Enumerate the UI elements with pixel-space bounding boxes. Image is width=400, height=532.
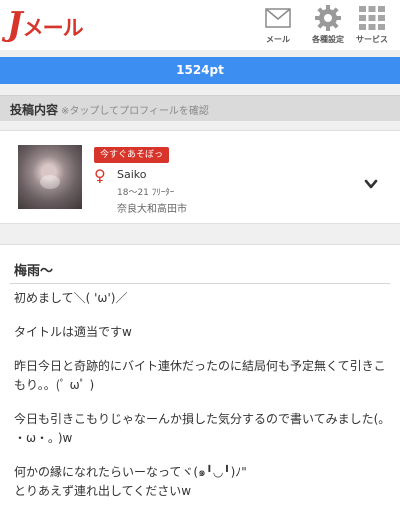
logo-j: J bbox=[7, 4, 23, 43]
avatar[interactable] bbox=[18, 145, 82, 209]
post-paragraph: 昨日今日と奇跡的にバイト連休だったのに結局何も予定無くて引きこもり。。(ﾟ ωﾟ… bbox=[14, 359, 386, 392]
female-icon: ♀ bbox=[94, 166, 106, 185]
section-header: 投稿内容 ※タップしてプロフィールを確認 bbox=[0, 95, 400, 121]
profile-card[interactable]: 今すぐあそぼっ ♀ Saiko 18〜21 ﾌﾘｰﾀｰ 奈良大和高田市 bbox=[0, 130, 400, 224]
nav-service-button[interactable]: サービス bbox=[350, 5, 394, 45]
nav-settings-button[interactable]: 各種設定 bbox=[306, 5, 350, 45]
post-title: 梅雨〜 bbox=[14, 264, 54, 279]
points-bar[interactable]: 1524pt bbox=[0, 57, 400, 84]
post-paragraph: 何かの縁になれたらいーなってヾ(๑╹◡╹)ﾉ" とりあえず連れ出してくださいw bbox=[14, 465, 247, 498]
section-note: ※タップしてプロフィールを確認 bbox=[61, 106, 209, 117]
logo-text: メール bbox=[22, 16, 84, 40]
post-paragraph: 今日も引きこもりじゃなーんか損した気分するので書いてみました(｡ ・ω・｡ )w bbox=[14, 412, 389, 445]
gear-icon bbox=[314, 5, 342, 31]
post-body: 初めまして＼( 'ω')／ タイトルは適当ですw 昨日今日と奇跡的にバイト連休だ… bbox=[14, 289, 386, 516]
nav-settings-label: 各種設定 bbox=[312, 35, 344, 44]
app-header: J メール メール 各種設定 サービス bbox=[0, 0, 400, 50]
jmail-logo[interactable]: J メール bbox=[7, 4, 84, 43]
chevron-down-icon[interactable] bbox=[364, 176, 378, 190]
nav-mail-label: メール bbox=[266, 35, 290, 44]
post-paragraph: 初めまして＼( 'ω')／ bbox=[14, 291, 128, 305]
post-paragraph: タイトルは適当ですw bbox=[14, 325, 132, 339]
nav-service-label: サービス bbox=[356, 35, 388, 44]
grid-icon bbox=[358, 5, 386, 31]
profile-name: Saiko bbox=[117, 168, 147, 181]
profile-location: 奈良大和高田市 bbox=[117, 204, 187, 215]
status-badge: 今すぐあそぼっ bbox=[94, 147, 170, 163]
section-title: 投稿内容 bbox=[10, 103, 59, 117]
nav-mail-button[interactable]: メール bbox=[256, 5, 300, 45]
mail-icon bbox=[264, 5, 292, 31]
post-card: 梅雨〜 初めまして＼( 'ω')／ タイトルは適当ですw 昨日今日と奇跡的にバイ… bbox=[0, 244, 400, 532]
profile-age: 18〜21 ﾌﾘｰﾀｰ bbox=[117, 188, 175, 198]
divider bbox=[10, 283, 390, 284]
